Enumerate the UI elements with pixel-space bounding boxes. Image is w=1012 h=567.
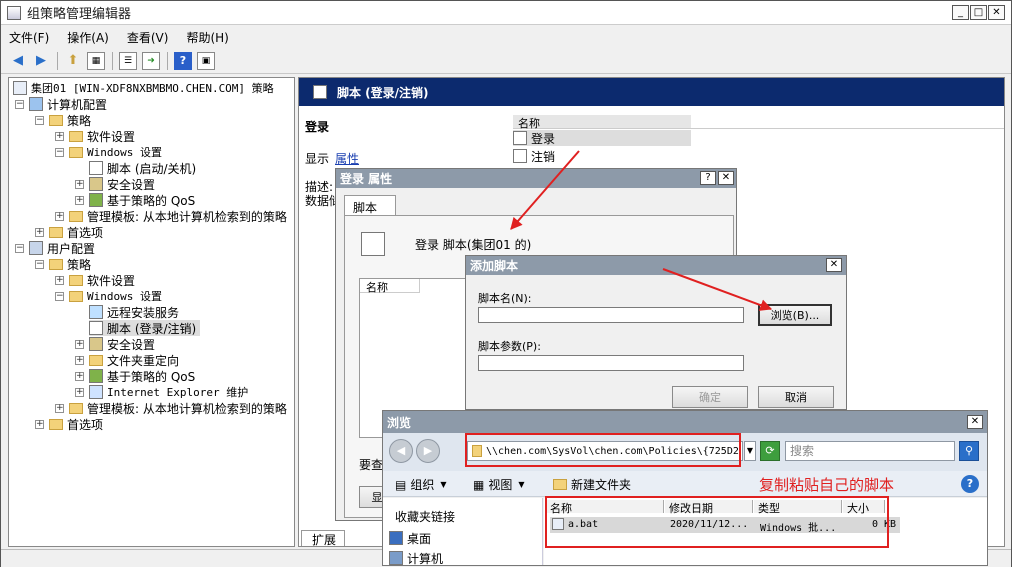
annotation-arrows [510,150,773,311]
arrow-to-browse-button [662,268,773,311]
arrow-to-logon-dialog [510,150,580,230]
gpo-editor-window: 组策略管理编辑器 _ □ ✕ 文件(F) 操作(A) 查看(V) 帮助(H) ◀… [0,0,1012,567]
